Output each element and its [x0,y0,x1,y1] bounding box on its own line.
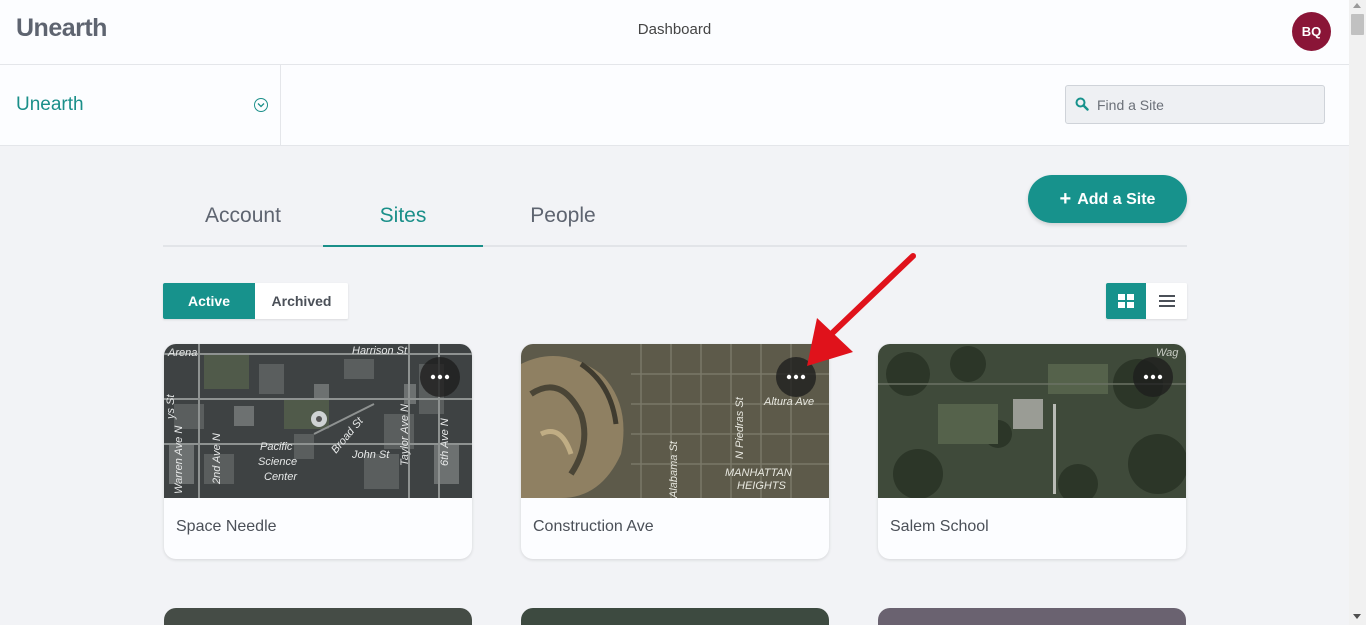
map-label: Arena [167,347,197,359]
ellipsis-icon [430,374,450,380]
map-label: Warren Ave N [173,426,185,494]
add-site-label: Add a Site [1077,191,1156,208]
map-label: MANHATTAN [725,467,792,479]
map-label: Alabama St [668,440,680,498]
map-label: Taylor Ave N [399,404,411,466]
annotation-arrow-icon [807,253,916,366]
filter-archived-button[interactable]: Archived [255,283,348,319]
list-view-button[interactable] [1146,283,1187,319]
map-label: John St [351,449,390,461]
site-name[interactable]: Space Needle [176,518,277,536]
org-name: Unearth [16,94,84,115]
ellipsis-icon [786,374,806,380]
list-view-icon [1159,295,1175,307]
view-toggle [1106,283,1187,319]
org-selector[interactable]: Unearth [0,65,281,145]
ellipsis-icon [1143,374,1163,380]
user-avatar[interactable]: BQ [1292,12,1331,51]
more-options-button[interactable] [420,357,460,397]
map-label: Harrison St [352,345,408,357]
more-options-button[interactable] [1133,357,1173,397]
sub-bar: Unearth [0,65,1349,146]
map-label: ys St [165,394,177,420]
site-search[interactable] [1065,85,1325,124]
map-label: 6th Ave N [439,418,451,466]
site-card-construction-ave[interactable]: Altura Ave N Piedras St Alabama St MANHA… [521,344,829,559]
tab-account[interactable]: Account [163,185,323,247]
add-site-button[interactable]: + Add a Site [1028,175,1187,223]
map-label: Pacific [260,441,293,453]
scroll-down-arrow-icon[interactable] [1353,614,1361,619]
scroll-thumb[interactable] [1351,14,1364,35]
map-label: Science [258,456,297,468]
page-scrollbar[interactable] [1349,0,1366,625]
site-card-space-needle[interactable]: Arena Harrison St Pacific Science Center… [164,344,472,559]
status-filter: Active Archived [163,283,348,319]
grid-view-icon [1118,294,1134,308]
scroll-up-arrow-icon[interactable] [1353,3,1361,8]
site-name[interactable]: Construction Ave [533,518,654,536]
map-label: 2nd Ave N [211,433,223,485]
grid-view-button[interactable] [1106,283,1146,319]
map-label: Altura Ave [763,396,814,408]
page-title: Dashboard [637,21,712,38]
site-name[interactable]: Salem School [890,518,989,536]
search-input[interactable] [1097,86,1317,123]
tab-sites[interactable]: Sites [323,185,483,247]
search-icon [1075,97,1089,111]
map-label: HEIGHTS [737,480,787,492]
chevron-down-circle-icon[interactable] [254,98,268,112]
site-card-partial[interactable] [878,608,1186,625]
site-card-partial[interactable] [521,608,829,625]
top-bar: Unearth Dashboard BQ [0,0,1349,65]
map-label: Center [264,471,298,483]
map-label: N Piedras St [734,396,746,459]
site-card-partial[interactable] [164,608,472,625]
tab-people[interactable]: People [483,185,643,247]
filter-active-button[interactable]: Active [163,283,255,319]
plus-icon: + [1059,188,1072,210]
site-card-salem-school[interactable]: Wag Salem School [878,344,1186,559]
